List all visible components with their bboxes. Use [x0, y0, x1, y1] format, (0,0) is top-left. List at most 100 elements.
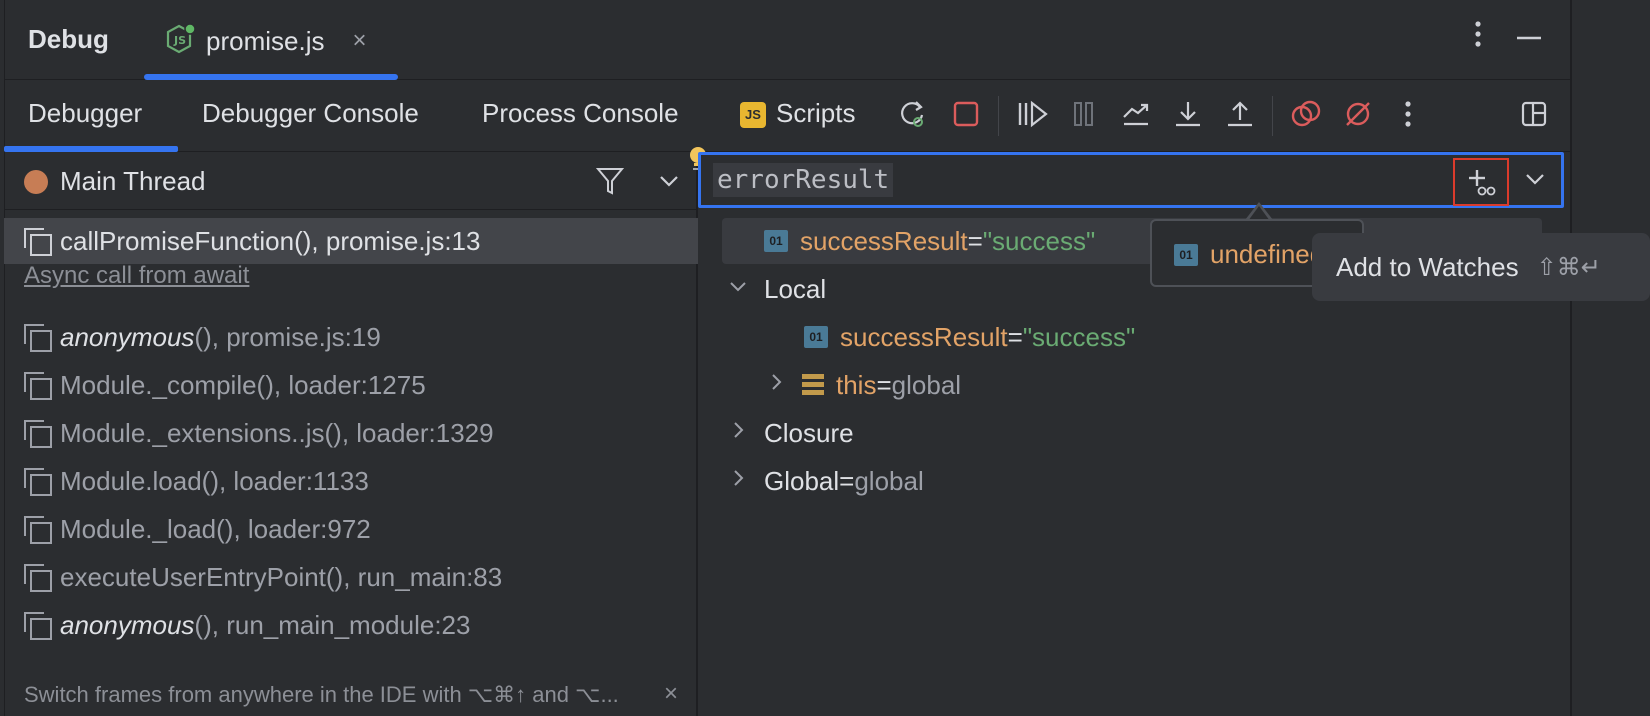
- mute-breakpoints-button[interactable]: [1340, 96, 1376, 132]
- filter-icon[interactable]: [595, 166, 625, 201]
- stop-button[interactable]: [948, 96, 984, 132]
- resume-button[interactable]: [1014, 96, 1050, 132]
- step-over-button[interactable]: [1118, 96, 1154, 132]
- step-into-button[interactable]: [1170, 96, 1206, 132]
- equals-sign: =: [876, 369, 892, 400]
- variable-row[interactable]: 01 successResult = "success": [804, 314, 1135, 360]
- frame-name: executeUserEntryPoint(): [60, 561, 344, 592]
- frame-name: Module._extensions..js(): [60, 417, 342, 448]
- primitive-value-icon: 01: [764, 230, 788, 252]
- frame-location: , promise.js:13: [311, 225, 481, 256]
- more-actions-button[interactable]: [1390, 96, 1426, 132]
- primitive-value-icon: 01: [1174, 243, 1198, 266]
- step-out-icon: [1228, 101, 1252, 127]
- equals-sign: =: [1007, 321, 1023, 352]
- minimize-icon[interactable]: [1516, 20, 1542, 55]
- close-tab-icon[interactable]: ×: [352, 27, 366, 55]
- frame-row[interactable]: Module.load(), loader:1133: [4, 458, 698, 504]
- frame-row[interactable]: executeUserEntryPoint(), run_main:83: [4, 554, 698, 600]
- frame-location: , loader:1133: [218, 465, 369, 496]
- pause-icon: [1074, 102, 1093, 126]
- tab-debugger-console[interactable]: Debugger Console: [202, 98, 419, 129]
- frames-panel: Main Thread callPromiseFunction(), promi…: [4, 152, 698, 716]
- more-options-icon[interactable]: [1474, 20, 1482, 55]
- thread-name: Main Thread: [60, 166, 206, 196]
- frame-name: anonymous: [60, 609, 195, 640]
- primitive-value-icon: 01: [804, 326, 828, 348]
- scope-global[interactable]: Global = global: [726, 458, 924, 504]
- frame-row[interactable]: callPromiseFunction(), promise.js:13: [4, 218, 698, 264]
- toolbar-separator: [998, 96, 999, 136]
- frame-location: , loader:1275: [273, 369, 426, 400]
- frame-parens: (): [194, 321, 212, 352]
- tooltip-title: Add to Watches: [1336, 251, 1519, 282]
- rerun-button[interactable]: [894, 96, 930, 132]
- frame-row[interactable]: Module._compile(), loader:1275: [4, 362, 698, 408]
- tab-scripts[interactable]: JS Scripts: [740, 98, 855, 129]
- scope-label: Global: [764, 465, 840, 496]
- thread-selector[interactable]: Main Thread: [4, 152, 698, 210]
- step-out-button[interactable]: [1222, 96, 1258, 132]
- frame-name: Module._load(): [60, 513, 234, 544]
- add-watch-icon: [1469, 170, 1496, 196]
- evaluate-expression-field[interactable]: errorResult: [698, 152, 1564, 208]
- chevron-right-icon: [726, 420, 750, 446]
- editor-gutter-strip: [1570, 0, 1650, 716]
- nodejs-icon: JS: [166, 22, 196, 60]
- tool-window-title: Debug: [28, 24, 109, 54]
- chevron-right-icon[interactable]: [764, 372, 788, 398]
- variable-name: this: [836, 369, 877, 400]
- frame-row[interactable]: Module._load(), loader:972: [4, 506, 698, 552]
- equals-sign: =: [967, 225, 983, 256]
- scope-closure[interactable]: Closure: [726, 410, 854, 456]
- variable-value: global: [891, 369, 962, 400]
- chevron-down-icon[interactable]: [1523, 167, 1547, 196]
- layout-settings-button[interactable]: [1516, 96, 1552, 132]
- chevron-down-icon: [726, 276, 750, 302]
- session-tab-promise[interactable]: JS promise.js ×: [166, 18, 367, 64]
- tab-scripts-label: Scripts: [776, 98, 856, 128]
- frame-location: , promise.js:19: [211, 321, 381, 352]
- variable-row[interactable]: this = global: [764, 362, 961, 408]
- popup-value: undefined: [1210, 239, 1325, 269]
- view-breakpoints-button[interactable]: [1288, 96, 1324, 132]
- object-icon: [802, 374, 824, 396]
- layout-icon: [1521, 101, 1547, 127]
- frame-name: Module._compile(): [60, 369, 274, 400]
- expression-text: errorResult: [713, 163, 894, 197]
- stack-frame-icon: [22, 226, 52, 256]
- tooltip-shortcut: ⇧⌘↵: [1536, 253, 1601, 281]
- stack-frame-icon: [22, 514, 52, 544]
- tab-debugger[interactable]: Debugger: [28, 98, 142, 129]
- stack-frame-icon: [22, 322, 52, 352]
- scope-label: Local: [764, 273, 827, 304]
- frame-row[interactable]: anonymous(), run_main_module:23: [4, 602, 698, 648]
- pause-button[interactable]: [1066, 96, 1102, 132]
- close-hint-icon[interactable]: ×: [664, 680, 678, 708]
- chevron-down-icon[interactable]: [658, 170, 680, 197]
- tool-window-header: Debug JS promise.js ×: [4, 0, 1570, 80]
- frame-name: anonymous: [60, 321, 195, 352]
- frame-location: , loader:972: [233, 513, 371, 544]
- equals-sign: =: [839, 465, 855, 496]
- frame-row[interactable]: anonymous(), promise.js:19: [4, 314, 698, 360]
- rerun-icon: [901, 101, 924, 127]
- frame-row[interactable]: Module._extensions..js(), loader:1329: [4, 410, 698, 456]
- stop-icon: [953, 101, 979, 127]
- frame-location: , loader:1329: [341, 417, 494, 448]
- debugger-toolbar: Debugger Debugger Console Process Consol…: [4, 80, 1570, 152]
- chevron-right-icon: [726, 468, 750, 494]
- frame-name: Module.load(): [60, 465, 219, 496]
- async-call-separator: Async call from await: [24, 262, 250, 289]
- add-to-watches-button[interactable]: [1453, 158, 1509, 206]
- more-vertical-icon: [1405, 101, 1411, 127]
- scope-local[interactable]: Local: [726, 266, 826, 312]
- variable-name: successResult: [840, 321, 1008, 352]
- frame-parens: (): [194, 609, 212, 640]
- mute-breakpoints-icon: [1346, 102, 1370, 126]
- add-to-watches-tooltip: Add to Watches ⇧⌘↵: [1312, 233, 1650, 301]
- variable-value: "success": [1022, 321, 1136, 352]
- tab-process-console[interactable]: Process Console: [482, 98, 679, 129]
- thread-status-dot: [24, 170, 48, 194]
- stack-frame-icon: [22, 466, 52, 496]
